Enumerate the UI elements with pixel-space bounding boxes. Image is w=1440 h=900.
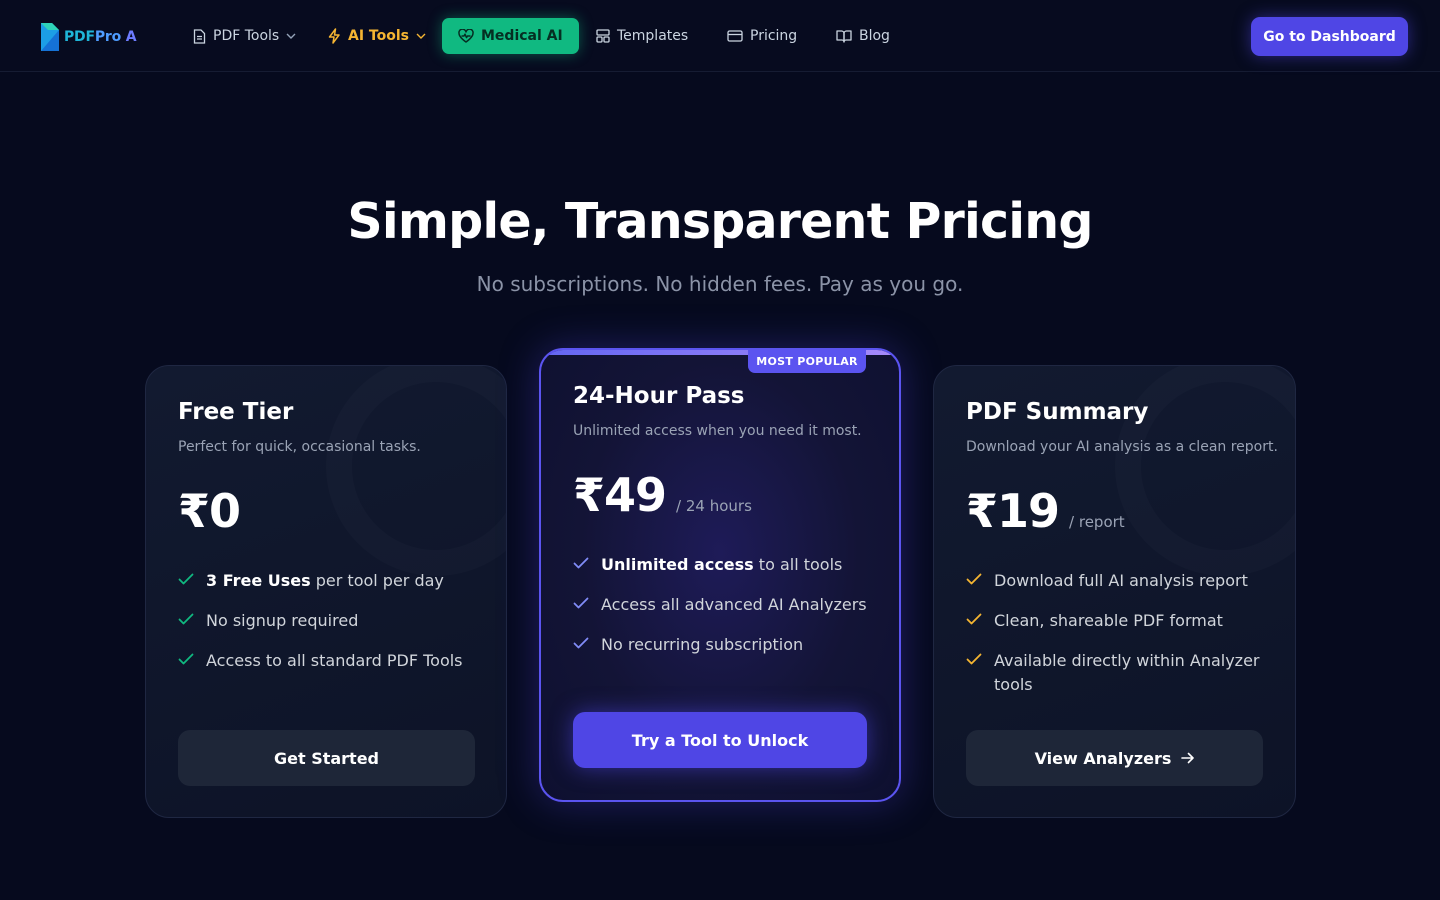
price-unit: / 24 hours xyxy=(676,497,752,515)
view-analyzers-button[interactable]: View Analyzers xyxy=(966,730,1263,786)
layout-icon xyxy=(596,29,610,43)
logo[interactable]: PDFPro A xyxy=(40,22,137,52)
page-title: Simple, Transparent Pricing xyxy=(347,193,1093,250)
plan-description: Perfect for quick, occasional tasks. xyxy=(178,439,421,455)
most-popular-badge: MOST POPULAR xyxy=(748,350,866,373)
arrow-right-icon xyxy=(1181,752,1195,764)
nav-pdf-tools-label: PDF Tools xyxy=(213,28,280,44)
feature-item: Available directly within Analyzer tools xyxy=(966,649,1266,697)
top-navbar: PDFPro A PDF Tools AI Tools Medical AI T… xyxy=(0,0,1440,72)
feature-text: Clean, shareable PDF format xyxy=(994,611,1223,630)
feature-item: Clean, shareable PDF format xyxy=(966,609,1266,633)
logo-text: PDFPro A xyxy=(64,29,137,45)
check-icon xyxy=(573,557,589,569)
plan-price: ₹0 xyxy=(178,484,241,538)
feature-item: No signup required xyxy=(178,609,478,633)
heart-pulse-icon xyxy=(458,29,474,43)
go-to-dashboard-button[interactable]: Go to Dashboard xyxy=(1251,17,1408,56)
chevron-down-icon xyxy=(286,33,296,39)
feature-text: No signup required xyxy=(206,611,359,630)
feature-text: 3 Free Uses per tool per day xyxy=(206,571,444,590)
nav-templates[interactable]: Templates xyxy=(596,18,688,54)
plan-description: Download your AI analysis as a clean rep… xyxy=(966,439,1278,455)
feature-item: Access to all standard PDF Tools xyxy=(178,649,478,673)
check-icon xyxy=(573,637,589,649)
feature-text: Access all advanced AI Analyzers xyxy=(601,595,867,614)
feature-text: No recurring subscription xyxy=(601,635,804,654)
check-icon xyxy=(966,573,982,585)
feature-text: Access to all standard PDF Tools xyxy=(206,651,463,670)
price-amount: ₹0 xyxy=(178,484,241,538)
feature-text: Unlimited access to all tools xyxy=(601,555,843,574)
nav-pdf-tools[interactable]: PDF Tools xyxy=(193,18,296,54)
feature-text: Available directly within Analyzer tools xyxy=(994,651,1260,694)
check-icon xyxy=(178,653,194,665)
plan-title: PDF Summary xyxy=(966,399,1149,425)
plan-title: 24-Hour Pass xyxy=(573,383,745,409)
plan-price: ₹49 / 24 hours xyxy=(573,468,752,522)
pricing-card-free: Free Tier Perfect for quick, occasional … xyxy=(145,365,507,818)
card-decoration xyxy=(326,366,506,576)
credit-card-icon xyxy=(727,30,743,42)
feature-item: Download full AI analysis report xyxy=(966,569,1266,593)
chevron-down-icon xyxy=(416,33,426,39)
nav-ai-tools[interactable]: AI Tools xyxy=(328,18,426,54)
page-subtitle: No subscriptions. No hidden fees. Pay as… xyxy=(476,272,964,296)
button-label: Try a Tool to Unlock xyxy=(631,730,809,750)
card-decoration xyxy=(1115,366,1295,576)
price-amount: ₹49 xyxy=(573,468,667,522)
check-icon xyxy=(178,573,194,585)
button-label: Get Started xyxy=(273,748,379,768)
nav-pricing[interactable]: Pricing xyxy=(727,18,797,54)
button-label: View Analyzers xyxy=(1034,748,1172,768)
plan-price: ₹19 / report xyxy=(966,484,1125,538)
get-started-button[interactable]: Get Started xyxy=(178,730,475,786)
nav-medical-ai[interactable]: Medical AI xyxy=(442,18,579,54)
feature-list: Unlimited access to all tools Access all… xyxy=(573,553,873,673)
book-open-icon xyxy=(836,30,852,43)
nav-pricing-label: Pricing xyxy=(750,28,798,44)
document-icon xyxy=(193,28,206,44)
plan-title: Free Tier xyxy=(178,399,294,425)
feature-text: Download full AI analysis report xyxy=(994,571,1248,590)
nav-templates-label: Templates xyxy=(617,28,689,44)
nav-ai-tools-label: AI Tools xyxy=(348,28,409,44)
check-icon xyxy=(966,613,982,625)
lightning-icon xyxy=(328,28,340,44)
feature-list: Download full AI analysis report Clean, … xyxy=(966,569,1266,713)
plan-description: Unlimited access when you need it most. xyxy=(573,423,862,439)
check-icon xyxy=(966,653,982,665)
feature-list: 3 Free Uses per tool per day No signup r… xyxy=(178,569,478,689)
feature-item: Unlimited access to all tools xyxy=(573,553,873,577)
check-icon xyxy=(573,597,589,609)
logo-icon xyxy=(41,23,59,51)
check-icon xyxy=(178,613,194,625)
nav-medical-ai-label: Medical AI xyxy=(481,28,563,44)
nav-blog-label: Blog xyxy=(859,28,890,44)
pricing-card-pdf-summary: PDF Summary Download your AI analysis as… xyxy=(933,365,1296,818)
pricing-card-24-hour-pass: MOST POPULAR 24-Hour Pass Unlimited acce… xyxy=(539,348,901,802)
try-tool-to-unlock-button[interactable]: Try a Tool to Unlock xyxy=(573,712,867,768)
feature-item: No recurring subscription xyxy=(573,633,873,657)
nav-blog[interactable]: Blog xyxy=(836,18,890,54)
feature-item: 3 Free Uses per tool per day xyxy=(178,569,478,593)
feature-item: Access all advanced AI Analyzers xyxy=(573,593,873,617)
price-unit: / report xyxy=(1069,513,1125,531)
price-amount: ₹19 xyxy=(966,484,1060,538)
